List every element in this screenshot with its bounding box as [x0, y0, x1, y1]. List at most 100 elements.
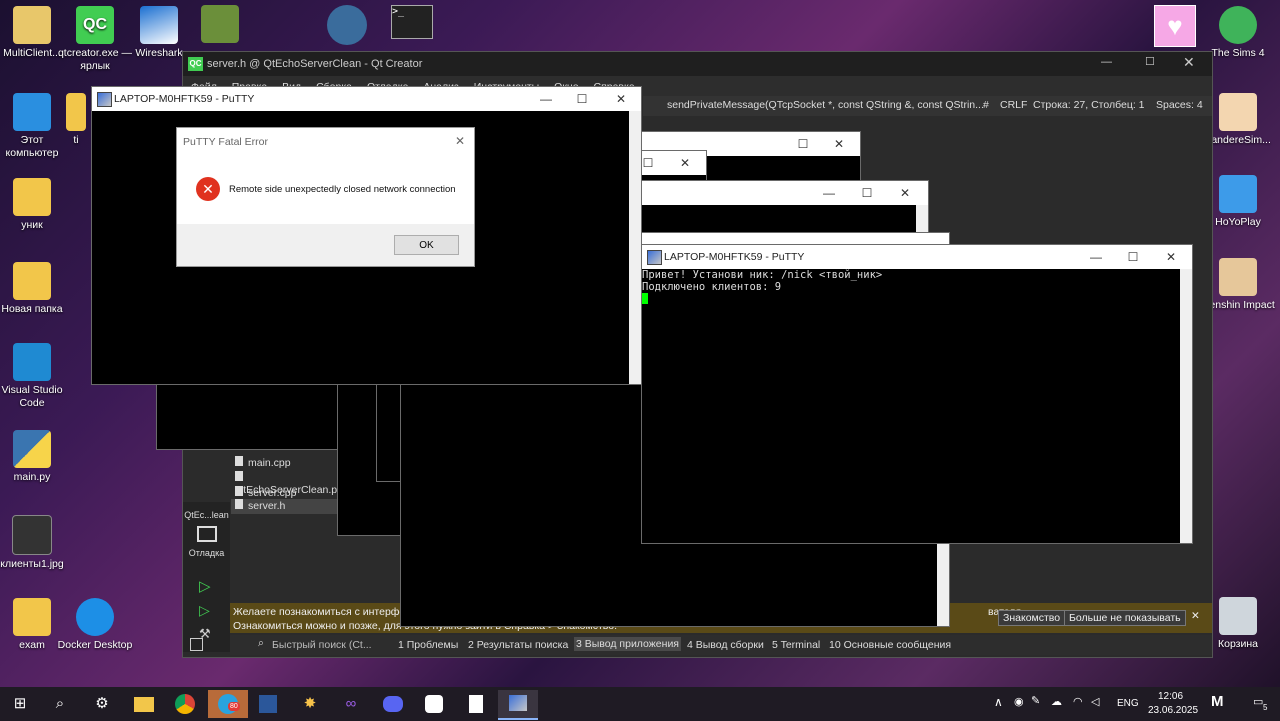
putty-main-scrollbar[interactable] — [1180, 269, 1192, 543]
putty-bg3-close-button[interactable]: ✕ — [891, 185, 919, 201]
putty-left-close-button[interactable]: ✕ — [607, 91, 635, 107]
file-server-h[interactable]: server.h — [231, 499, 339, 514]
terminal-icon[interactable]: >_ — [391, 5, 433, 39]
error-icon: ✕ — [196, 177, 220, 201]
kit-selector[interactable]: QtEc...lean — [183, 510, 230, 520]
word-icon[interactable] — [250, 690, 286, 718]
qt-app-icon: QC — [188, 57, 203, 71]
tray-pen-icon[interactable]: ✎ — [1031, 694, 1040, 707]
file-icon — [235, 499, 243, 509]
folder-icon — [13, 178, 51, 216]
line-ending-selector[interactable]: CRLF — [1000, 99, 1027, 111]
putty-main-minimize-button[interactable]: — — [1082, 249, 1110, 265]
settings-gear-icon[interactable]: ⚙ — [84, 690, 120, 718]
file-icon — [235, 486, 243, 496]
hash-selector[interactable]: # — [983, 99, 989, 111]
dialog-ok-button[interactable]: OK — [394, 235, 459, 255]
dialog-close-button[interactable]: ✕ — [455, 134, 465, 148]
notification-close-icon[interactable]: ✕ — [1191, 610, 1200, 622]
qt-maximize-button[interactable]: ☐ — [1145, 55, 1155, 68]
putty-main-close-button[interactable]: ✕ — [1157, 249, 1185, 265]
putty-bg2-close-button[interactable]: ✕ — [671, 155, 699, 171]
telegram-icon[interactable]: 80 — [208, 690, 248, 718]
screen-capture-icon[interactable] — [201, 5, 239, 43]
file-icon[interactable] — [458, 690, 494, 718]
notification-text: Желаете познакомиться с интерфей — [233, 606, 412, 618]
putty-bg3-maximize-button[interactable]: ☐ — [853, 185, 881, 201]
image-icon — [12, 515, 52, 555]
desktop-icon-clients-jpg[interactable]: клиенты1.jpg — [0, 515, 70, 571]
tab-problems[interactable]: 1 Проблемы — [398, 639, 458, 651]
notification-center-icon[interactable]: ▭ — [1253, 695, 1263, 708]
qt-close-button[interactable]: ✕ — [1183, 54, 1195, 71]
file-icon — [235, 456, 243, 466]
indent-selector[interactable]: Spaces: 4 — [1156, 99, 1203, 111]
folder-icon — [13, 262, 51, 300]
tray-chevron-icon[interactable]: ∧ — [994, 695, 1003, 709]
putty-main-title-bar: LAPTOP-M0HFTK59 - PuTTY — ☐ ✕ — [642, 245, 1192, 269]
app-star-icon[interactable]: ✸ — [292, 690, 328, 718]
file-explorer-icon[interactable] — [126, 690, 162, 718]
wifi-icon[interactable]: ◠ — [1073, 695, 1083, 708]
putty-bg3-minimize-button[interactable]: — — [815, 185, 843, 201]
putty-taskbar-icon[interactable] — [498, 690, 538, 720]
desktop-icon-new-folder[interactable]: Новая папка — [0, 262, 70, 316]
putty-bg1-maximize-button[interactable]: ☐ — [789, 136, 817, 152]
tab-general-messages[interactable]: 10 Основные сообщения — [829, 639, 951, 651]
putty-main-title: LAPTOP-M0HFTK59 - PuTTY — [664, 251, 805, 263]
tab-app-output[interactable]: 3 Вывод приложения — [574, 637, 681, 651]
putty-bg1-close-button[interactable]: ✕ — [825, 136, 853, 152]
intro-button[interactable]: Знакомство — [998, 610, 1066, 626]
locator-input[interactable]: Быстрый поиск (Ct... — [272, 639, 372, 651]
widget-m-icon[interactable]: M — [1211, 693, 1224, 710]
cursor-position[interactable]: Строка: 27, Столбец: 1 — [1033, 99, 1145, 111]
qt-minimize-button[interactable]: — — [1101, 56, 1112, 68]
putty-left-title-bar: LAPTOP-M0HFTK59 - PuTTY — ☐ ✕ — [92, 87, 641, 111]
telegram-unread-badge: 80 — [228, 702, 240, 711]
qt-title-bar: QC server.h @ QtEchoServerClean - Qt Cre… — [183, 52, 1212, 76]
tray-cloud-icon[interactable]: ☁ — [1051, 695, 1062, 708]
putty-left-scrollbar[interactable] — [629, 111, 641, 384]
clock-date[interactable]: 23.06.2025 — [1148, 705, 1198, 716]
start-button[interactable]: ⊞ — [2, 690, 38, 718]
terminal-line-2: Подключено клиентов: 9 — [642, 281, 782, 293]
postgres-icon[interactable] — [327, 5, 367, 45]
discord-icon[interactable] — [375, 690, 411, 718]
recycle-bin-icon — [1219, 597, 1257, 635]
function-selector[interactable]: sendPrivateMessage(QTcpSocket *, const Q… — [667, 99, 984, 111]
search-icon[interactable]: ⌕ — [42, 690, 78, 718]
tab-build-output[interactable]: 4 Вывод сборки — [687, 639, 764, 651]
run-icon[interactable]: ▷ — [199, 577, 211, 595]
putty-main-window[interactable]: LAPTOP-M0HFTK59 - PuTTY — ☐ ✕ Привет! Ус… — [641, 244, 1193, 544]
debug-run-icon[interactable]: ▷ — [199, 602, 210, 619]
python-icon — [13, 430, 51, 468]
chrome-icon[interactable] — [167, 690, 203, 718]
desktop-icon-docker[interactable]: Docker Desktop — [57, 598, 133, 652]
taskbar: ⊞ ⌕ ⚙ 80 ✸ ∞ ∧ ◉ ✎ ☁ ◠ ◁ ENG 12:06 23.06… — [0, 687, 1280, 721]
putty-left-minimize-button[interactable]: — — [532, 91, 560, 107]
putty-left-maximize-button[interactable]: ☐ — [568, 91, 596, 107]
monitor-icon[interactable] — [197, 526, 217, 542]
desktop-icon-ti[interactable]: ti — [56, 93, 96, 147]
desktop-icon-main-py[interactable]: main.py — [0, 430, 70, 484]
output-pane-bar: ⌕ Быстрый поиск (Ct... 1 Проблемы 2 Резу… — [190, 635, 1212, 655]
sidebar-toggle-icon[interactable] — [190, 638, 203, 651]
volume-icon[interactable]: ◁ — [1091, 695, 1099, 708]
file-server-cpp[interactable]: server.cpp — [235, 486, 296, 499]
heart-icon[interactable]: ♥ — [1154, 5, 1196, 47]
desktop-icon-vscode[interactable]: Visual Studio Code — [0, 343, 70, 410]
desktop-icon-unik[interactable]: уник — [0, 178, 70, 232]
app-face-icon[interactable] — [416, 690, 452, 718]
putty-main-maximize-button[interactable]: ☐ — [1119, 249, 1147, 265]
clock-time[interactable]: 12:06 — [1158, 691, 1183, 702]
search-icon: ⌕ — [258, 637, 264, 649]
tab-terminal[interactable]: 5 Terminal — [772, 639, 820, 651]
exe-file-icon — [13, 6, 51, 44]
file-main-cpp[interactable]: main.cpp — [235, 456, 291, 469]
tab-search-results[interactable]: 2 Результаты поиска — [468, 639, 568, 651]
language-indicator[interactable]: ENG — [1117, 698, 1139, 709]
dont-show-button[interactable]: Больше не показывать — [1064, 610, 1186, 626]
terminal-output[interactable]: Привет! Установи ник: /nick <твой_ник> П… — [642, 269, 1178, 542]
visual-studio-icon[interactable]: ∞ — [333, 690, 369, 718]
tray-app-icon[interactable]: ◉ — [1014, 695, 1024, 708]
